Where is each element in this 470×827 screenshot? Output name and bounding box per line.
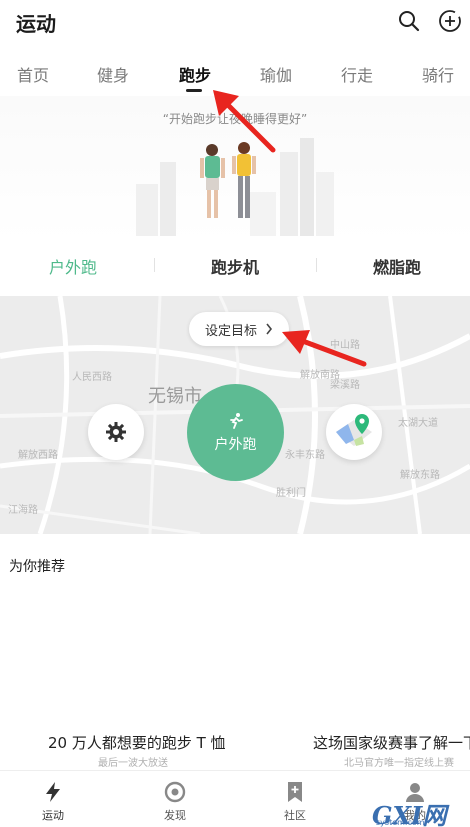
set-goal-label: 设定目标 bbox=[205, 323, 258, 339]
tab-walking[interactable]: 行走 bbox=[341, 62, 373, 86]
slogan-text: “开始跑步让夜晚睡得更好” bbox=[162, 112, 308, 126]
start-run-label: 户外跑 bbox=[214, 436, 257, 453]
run-settings-button[interactable] bbox=[88, 404, 144, 460]
mode-divider bbox=[154, 258, 155, 272]
runner-icon bbox=[229, 412, 243, 429]
tab-home[interactable]: 首页 bbox=[17, 62, 49, 86]
page-title: 运动 bbox=[16, 12, 56, 36]
street-label: 人民西路 bbox=[72, 372, 112, 383]
nav-label: 运动 bbox=[42, 809, 64, 822]
category-tabs: 首页 健身 跑步 瑜伽 行走 骑行 bbox=[0, 52, 470, 96]
recommend-card-subtitle: 北马官方唯一指定线上赛 bbox=[344, 758, 454, 769]
gear-icon bbox=[106, 422, 126, 442]
discover-icon bbox=[164, 781, 186, 803]
street-label: 江海路 bbox=[8, 505, 38, 516]
map-pin-icon bbox=[336, 414, 372, 446]
city-label: 无锡市 bbox=[148, 386, 202, 407]
active-tab-indicator bbox=[186, 89, 202, 92]
hero-banner: “开始跑步让夜晚睡得更好” bbox=[0, 96, 470, 242]
search-icon[interactable] bbox=[396, 8, 422, 34]
map-view[interactable]: 人民西路 中山路 解放西路 解放南路 永丰东路 梁溪路 太湖大道 江海路 解放东… bbox=[0, 296, 470, 534]
street-label: 永丰东路 bbox=[285, 450, 325, 461]
site-watermark: GXI网 system.com bbox=[372, 796, 470, 827]
mode-divider bbox=[316, 258, 317, 272]
tab-running[interactable]: 跑步 bbox=[179, 62, 211, 86]
city-runners-illustration bbox=[136, 138, 334, 236]
tab-fitness[interactable]: 健身 bbox=[97, 62, 129, 86]
street-label: 解放东路 bbox=[400, 470, 440, 481]
chevron-right-icon bbox=[266, 323, 273, 335]
tab-yoga[interactable]: 瑜伽 bbox=[260, 62, 292, 86]
mode-treadmill[interactable]: 跑步机 bbox=[211, 254, 259, 278]
set-goal-button[interactable]: 设定目标 bbox=[189, 312, 290, 346]
nav-label: 发现 bbox=[164, 809, 186, 822]
nav-item-discover[interactable]: 发现 bbox=[145, 781, 205, 823]
recommend-section-title: 为你推荐 bbox=[9, 559, 65, 575]
app-header: 运动 bbox=[0, 0, 470, 44]
nav-item-community[interactable]: 社区 bbox=[265, 781, 325, 823]
watermark-subtext: system.com bbox=[376, 818, 425, 827]
recommend-card-title[interactable]: 20 万人都想要的跑步 T 恤 bbox=[48, 732, 226, 753]
nav-label: 社区 bbox=[284, 809, 306, 822]
street-label: 中山路 bbox=[330, 340, 360, 351]
lightning-icon bbox=[46, 782, 60, 802]
add-circle-icon[interactable] bbox=[437, 8, 463, 34]
run-mode-selector: 户外跑 跑步机 燃脂跑 bbox=[0, 244, 470, 286]
start-outdoor-run-button[interactable]: 户外跑 bbox=[187, 384, 284, 481]
map-view-toggle[interactable] bbox=[326, 404, 382, 460]
recommend-card-title[interactable]: 这场国家级赛事了解一下 bbox=[313, 732, 470, 753]
bookmark-icon bbox=[288, 782, 302, 802]
street-label: 胜利门 bbox=[276, 488, 306, 499]
street-label: 太湖大道 bbox=[398, 418, 438, 429]
street-label: 解放西路 bbox=[18, 450, 58, 461]
mode-fat-burn-run[interactable]: 燃脂跑 bbox=[373, 254, 421, 278]
street-label: 梁溪路 bbox=[330, 380, 360, 391]
tab-cycling[interactable]: 骑行 bbox=[422, 62, 454, 86]
nav-item-sports[interactable]: 运动 bbox=[23, 781, 83, 823]
mode-outdoor-run[interactable]: 户外跑 bbox=[49, 254, 97, 278]
recommend-card-subtitle: 最后一波大放送 bbox=[98, 758, 168, 769]
